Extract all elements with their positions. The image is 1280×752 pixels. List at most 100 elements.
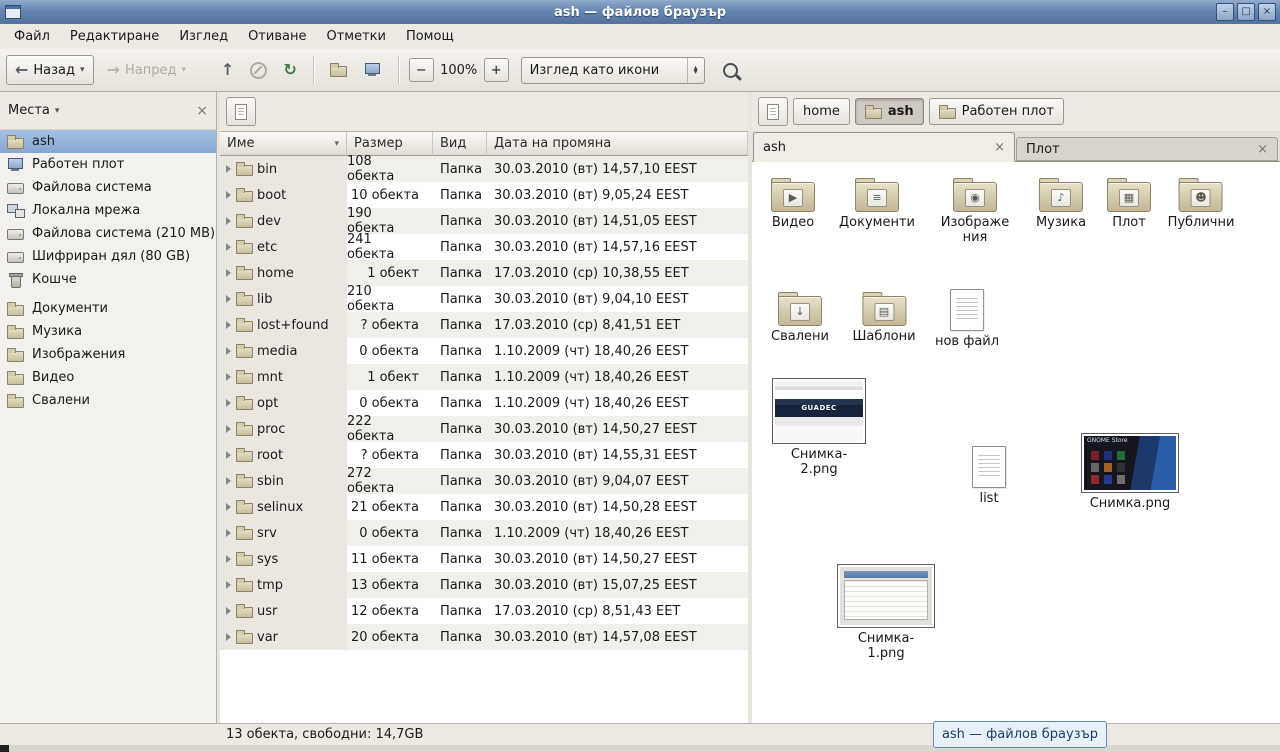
expander-icon[interactable]	[226, 347, 231, 355]
table-row[interactable]: sbin 272 обекта Папка 30.03.2010 (вт) 9,…	[220, 468, 748, 494]
tab[interactable]: Плот ×	[1016, 137, 1278, 161]
icon-item[interactable]: GNOME Store Снимка.png	[1081, 433, 1179, 512]
stop-button[interactable]	[242, 55, 275, 85]
column-header[interactable]: Име ▾	[220, 132, 347, 156]
expander-icon[interactable]	[226, 269, 231, 277]
icon-item[interactable]: Снимка-1.png	[837, 564, 935, 662]
table-row[interactable]: dev 190 обекта Папка 30.03.2010 (вт) 14,…	[220, 208, 748, 234]
icon-item[interactable]: нов файл	[935, 285, 999, 350]
sidebar-item[interactable]: Музика	[0, 320, 216, 343]
view-mode-select[interactable]: Изглед като икони ▴ ▾	[521, 57, 705, 84]
titlebar[interactable]: ash — файлов браузър – □ ×	[0, 0, 1280, 25]
reload-button[interactable]: ↻	[275, 55, 304, 85]
table-row[interactable]: tmp 13 обекта Папка 30.03.2010 (вт) 15,0…	[220, 572, 748, 598]
back-dropdown-icon[interactable]: ▾	[80, 65, 85, 75]
maximize-button[interactable]: □	[1237, 3, 1255, 21]
expander-icon[interactable]	[226, 555, 231, 563]
search-button[interactable]	[715, 55, 746, 85]
sidebar-item[interactable]: Свалени	[0, 389, 216, 412]
icon-item[interactable]: list	[972, 442, 1006, 507]
pathbar-button[interactable]: Работен плот	[929, 98, 1064, 125]
show-desktop-button[interactable]	[0, 745, 9, 752]
menu-item[interactable]: Изглед	[169, 26, 238, 47]
expander-icon[interactable]	[226, 607, 231, 615]
sidebar-item[interactable]: Локална мрежа	[0, 199, 216, 222]
column-header[interactable]: Размер	[347, 132, 433, 156]
expander-icon[interactable]	[226, 295, 231, 303]
expander-icon[interactable]	[226, 529, 231, 537]
sidebar-item[interactable]: Кошче	[0, 268, 216, 291]
sidebar-close-icon[interactable]: ×	[196, 104, 208, 118]
pathbar-button[interactable]: home	[793, 98, 850, 125]
toggle-location-entry-button[interactable]	[758, 97, 788, 126]
icon-item[interactable]: ☻ Публични	[1168, 171, 1235, 231]
table-row[interactable]: opt 0 обекта Папка 1.10.2009 (чт) 18,40,…	[220, 390, 748, 416]
icon-item[interactable]: ↓ Свалени	[771, 285, 829, 345]
table-row[interactable]: etc 241 обекта Папка 30.03.2010 (вт) 14,…	[220, 234, 748, 260]
table-row[interactable]: lib 210 обекта Папка 30.03.2010 (вт) 9,0…	[220, 286, 748, 312]
pathbar-button[interactable]: ash	[855, 98, 924, 125]
tab-close-icon[interactable]: ×	[1257, 143, 1268, 156]
sidebar-item[interactable]: Документи	[0, 297, 216, 320]
computer-button[interactable]	[356, 55, 390, 85]
menu-item[interactable]: Файл	[4, 26, 60, 47]
icon-item[interactable]: ▦ Плот	[1106, 171, 1152, 231]
table-row[interactable]: home 1 обект Папка 17.03.2010 (ср) 10,38…	[220, 260, 748, 286]
forward-button[interactable]: → Напред ▾	[98, 55, 195, 85]
expander-icon[interactable]	[226, 191, 231, 199]
zoom-in-button[interactable]: +	[484, 58, 509, 82]
table-row[interactable]: selinux 21 обекта Папка 30.03.2010 (вт) …	[220, 494, 748, 520]
table-row[interactable]: boot 10 обекта Папка 30.03.2010 (вт) 9,0…	[220, 182, 748, 208]
close-button[interactable]: ×	[1258, 3, 1276, 21]
expander-icon[interactable]	[226, 217, 231, 225]
home-button[interactable]	[322, 55, 356, 85]
minimize-button[interactable]: –	[1216, 3, 1234, 21]
icon-item[interactable]: ◉ Изображения	[937, 171, 1013, 246]
icon-item[interactable]: ▶ Видео	[770, 171, 816, 231]
tab[interactable]: ash ×	[753, 132, 1015, 162]
combo-arrows-icon[interactable]: ▴ ▾	[687, 58, 704, 83]
expander-icon[interactable]	[226, 165, 231, 173]
table-row[interactable]: var 20 обекта Папка 30.03.2010 (вт) 14,5…	[220, 624, 748, 650]
tab-close-icon[interactable]: ×	[994, 141, 1005, 154]
expander-icon[interactable]	[226, 451, 231, 459]
menu-item[interactable]: Помощ	[396, 26, 464, 47]
table-row[interactable]: media 0 обекта Папка 1.10.2009 (чт) 18,4…	[220, 338, 748, 364]
icon-item[interactable]: ♪ Музика	[1036, 171, 1086, 231]
menu-item[interactable]: Отметки	[316, 26, 395, 47]
table-row[interactable]: usr 12 обекта Папка 17.03.2010 (ср) 8,51…	[220, 598, 748, 624]
sidebar-item[interactable]: Файлова система (210 MB)	[0, 222, 216, 245]
table-row[interactable]: root ? обекта Папка 30.03.2010 (вт) 14,5…	[220, 442, 748, 468]
up-button[interactable]: ↑	[213, 55, 242, 85]
expander-icon[interactable]	[226, 425, 231, 433]
table-row[interactable]: srv 0 обекта Папка 1.10.2009 (чт) 18,40,…	[220, 520, 748, 546]
column-header[interactable]: Дата на промяна	[487, 132, 748, 156]
sidebar-item[interactable]: Изображения	[0, 343, 216, 366]
table-row[interactable]: bin 108 обекта Папка 30.03.2010 (вт) 14,…	[220, 156, 748, 182]
icon-item[interactable]: GUADEC Снимка-2.png	[772, 378, 866, 478]
places-header[interactable]: Места ▾ ×	[0, 92, 216, 130]
zoom-out-button[interactable]: −	[409, 58, 434, 82]
icon-view[interactable]: ▶ Видео ≡ Документи ◉ Изображения ♪ Музи…	[752, 162, 1280, 723]
sidebar-item[interactable]: Видео	[0, 366, 216, 389]
sidebar-item[interactable]: Работен плот	[0, 153, 216, 176]
table-row[interactable]: lost+found ? обекта Папка 17.03.2010 (ср…	[220, 312, 748, 338]
expander-icon[interactable]	[226, 321, 231, 329]
sidebar-item[interactable]: Файлова система	[0, 176, 216, 199]
expander-icon[interactable]	[226, 373, 231, 381]
taskbar-window-button[interactable]: ash — файлов браузър	[933, 721, 1107, 748]
expander-icon[interactable]	[226, 633, 231, 641]
toggle-location-entry-button[interactable]	[226, 97, 256, 126]
table-row[interactable]: proc 222 обекта Папка 30.03.2010 (вт) 14…	[220, 416, 748, 442]
menu-item[interactable]: Редактиране	[60, 26, 169, 47]
sidebar-item[interactable]: Шифриран дял (80 GB)	[0, 245, 216, 268]
sidebar-item[interactable]: ash	[0, 130, 216, 153]
column-header[interactable]: Вид	[433, 132, 487, 156]
icon-item[interactable]: ▤ Шаблони	[852, 285, 915, 345]
expander-icon[interactable]	[226, 477, 231, 485]
expander-icon[interactable]	[226, 581, 231, 589]
menu-item[interactable]: Отиване	[238, 26, 316, 47]
expander-icon[interactable]	[226, 503, 231, 511]
icon-item[interactable]: ≡ Документи	[839, 171, 915, 231]
expander-icon[interactable]	[226, 399, 231, 407]
